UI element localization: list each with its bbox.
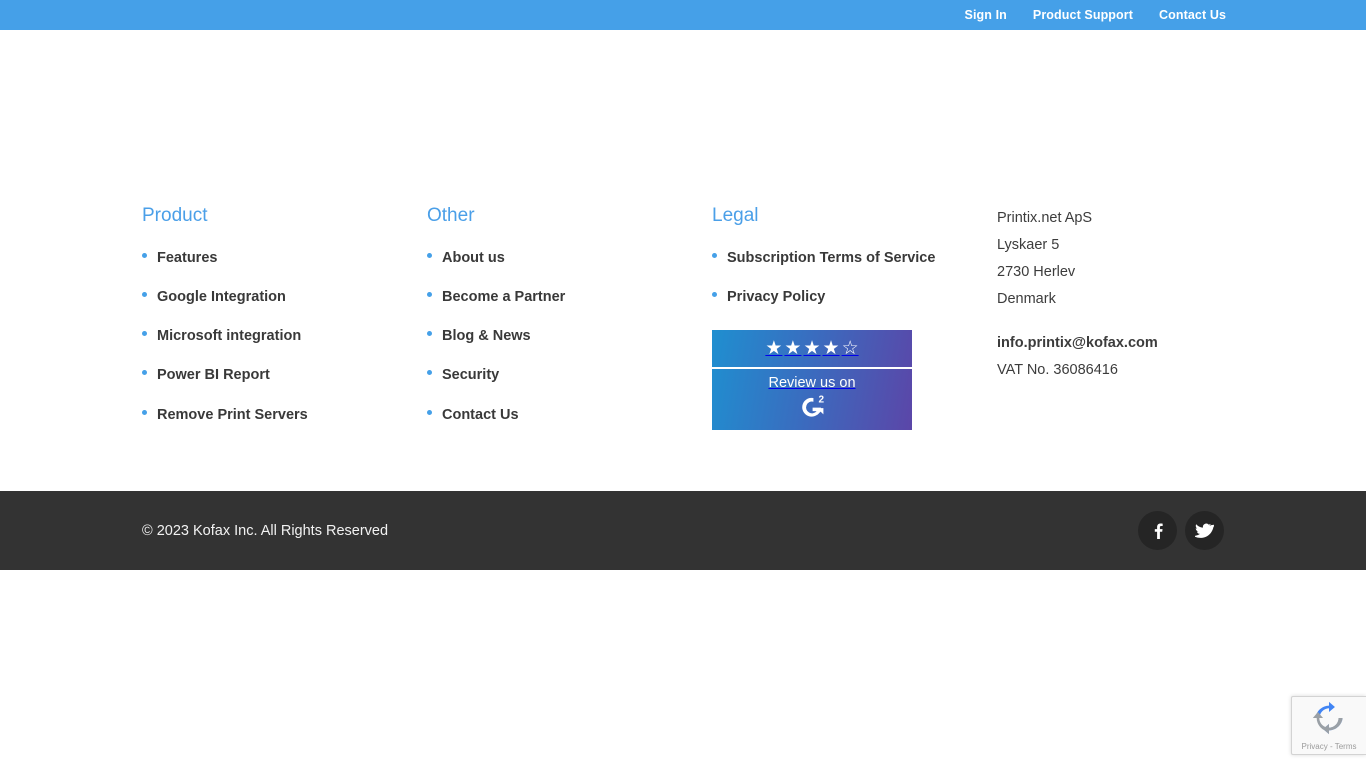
footer-column-other: Other About us Become a Partner Blog & N… (427, 205, 712, 442)
contact-email-link[interactable]: info.printix@kofax.com (997, 330, 1227, 357)
star-filled-icon: ★ (765, 338, 783, 360)
address-country: Denmark (997, 291, 1056, 307)
footer-column-legal: Legal Subscription Terms of Service Priv… (712, 205, 997, 442)
star-filled-icon: ★ (803, 338, 821, 360)
svg-text:2: 2 (819, 394, 825, 405)
list-item: Privacy Policy (712, 285, 997, 308)
facebook-icon (1149, 522, 1167, 540)
product-link-list: Features Google Integration Microsoft in… (142, 246, 427, 426)
contact-us-link[interactable]: Contact Us (1159, 8, 1226, 22)
column-heading-product: Product (142, 205, 208, 226)
g2-badge-body: Review us on 2 (712, 369, 912, 430)
link-blog-and-news[interactable]: Blog & News (442, 328, 531, 344)
vat-number: VAT No. 36086416 (997, 362, 1118, 378)
link-privacy-policy[interactable]: Privacy Policy (727, 289, 825, 305)
link-microsoft-integration[interactable]: Microsoft integration (157, 328, 301, 344)
footer-main: Product Features Google Integration Micr… (0, 30, 1366, 491)
sign-in-link[interactable]: Sign In (965, 8, 1007, 22)
list-item: Features (142, 246, 427, 269)
g2-logo: 2 (797, 394, 827, 426)
list-item: Blog & News (427, 324, 712, 347)
footer-column-product: Product Features Google Integration Micr… (142, 205, 427, 442)
recaptcha-text: Privacy - Terms (1301, 742, 1357, 751)
address-street: Lyskaer 5 (997, 237, 1060, 253)
list-item: Remove Print Servers (142, 403, 427, 426)
link-remove-print-servers[interactable]: Remove Print Servers (157, 407, 308, 423)
star-filled-icon: ★ (822, 338, 840, 360)
star-empty-icon: ☆ (841, 338, 859, 360)
column-heading-other: Other (427, 205, 475, 226)
twitter-link[interactable] (1185, 511, 1224, 550)
legal-link-list: Subscription Terms of Service Privacy Po… (712, 246, 997, 308)
link-features[interactable]: Features (157, 250, 217, 266)
copyright-bar: © 2023 Kofax Inc. All Rights Reserved (0, 491, 1366, 570)
copyright-text: © 2023 Kofax Inc. All Rights Reserved (142, 522, 389, 539)
facebook-link[interactable] (1138, 511, 1177, 550)
link-about-us[interactable]: About us (442, 250, 505, 266)
footer-column-address: Printix.net ApS Lyskaer 5 2730 Herlev De… (997, 205, 1227, 442)
social-links (1138, 511, 1224, 550)
g2-star-rating: ★ ★ ★ ★ ☆ (712, 330, 912, 370)
list-item: Security (427, 363, 712, 386)
recaptcha-badge[interactable]: Privacy - Terms (1291, 696, 1366, 755)
list-item: Google Integration (142, 285, 427, 308)
list-item: Power BI Report (142, 363, 427, 386)
address-company: Printix.net ApS (997, 210, 1093, 226)
g2-review-text: Review us on (768, 374, 856, 391)
top-utility-bar: Sign In Product Support Contact Us (0, 0, 1366, 30)
address-city: 2730 Herlev (997, 264, 1076, 280)
recaptcha-icon (1312, 701, 1346, 740)
column-heading-legal: Legal (712, 205, 759, 226)
list-item: Microsoft integration (142, 324, 427, 347)
link-power-bi-report[interactable]: Power BI Report (157, 367, 270, 383)
list-item: Subscription Terms of Service (712, 246, 997, 269)
link-contact-us[interactable]: Contact Us (442, 407, 519, 423)
list-item: Contact Us (427, 403, 712, 426)
link-become-a-partner[interactable]: Become a Partner (442, 289, 565, 305)
footer-columns: Product Features Google Integration Micr… (142, 205, 1227, 442)
star-filled-icon: ★ (784, 338, 802, 360)
address-spacer (997, 313, 1227, 330)
twitter-icon (1195, 521, 1214, 540)
list-item: About us (427, 246, 712, 269)
link-security[interactable]: Security (442, 367, 499, 383)
other-link-list: About us Become a Partner Blog & News Se… (427, 246, 712, 426)
link-subscription-terms-of-service[interactable]: Subscription Terms of Service (727, 250, 935, 266)
link-google-integration[interactable]: Google Integration (157, 289, 286, 305)
list-item: Become a Partner (427, 285, 712, 308)
product-support-link[interactable]: Product Support (1033, 8, 1133, 22)
g2-review-badge[interactable]: ★ ★ ★ ★ ☆ Review us on 2 (712, 330, 912, 431)
